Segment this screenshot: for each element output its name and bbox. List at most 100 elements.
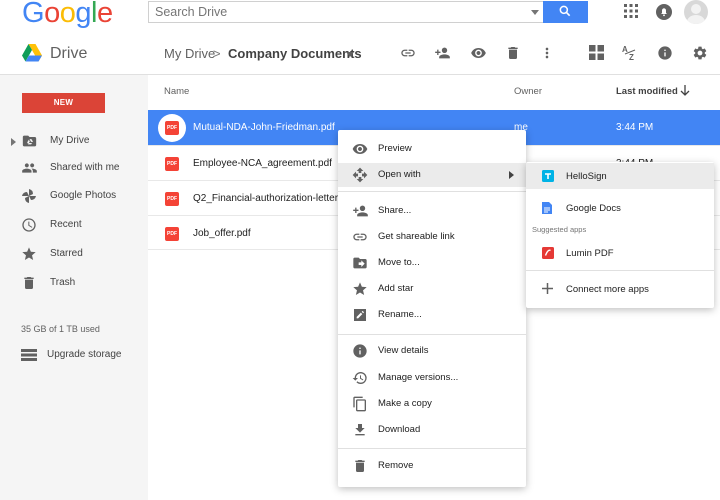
logo-letter-e: e [96, 0, 113, 29]
grid-view-icon[interactable] [589, 45, 604, 60]
people-icon [22, 163, 37, 173]
info-icon [353, 344, 367, 358]
sidebar-item-label: Shared with me [50, 162, 120, 173]
menu-item-move-to[interactable]: Move to... [338, 251, 526, 275]
menu-item-label: Download [378, 424, 421, 435]
context-menu: Preview Open with Share... Get shareable… [338, 130, 526, 487]
pdf-file-icon: PDF [165, 227, 179, 241]
svg-text:Z: Z [629, 53, 634, 62]
share-person-icon[interactable] [434, 45, 451, 61]
sidebar-item-label: Trash [50, 277, 76, 288]
bell-icon[interactable] [655, 3, 673, 21]
pdf-file-icon: PDF [165, 192, 179, 206]
column-header-owner[interactable]: Owner [514, 86, 542, 97]
star-icon [22, 247, 36, 260]
pdf-file-icon: PDF [165, 121, 179, 135]
breadcrumb-separator: > [213, 46, 221, 61]
link-icon[interactable] [400, 45, 416, 61]
menu-item-download[interactable]: Download [338, 418, 526, 442]
pdf-file-icon: PDF [165, 157, 179, 171]
menu-item-add-star[interactable]: Add star [338, 277, 526, 301]
sort-arrow-down-icon[interactable] [680, 85, 690, 97]
pencil-icon [354, 309, 366, 321]
chevron-down-icon[interactable] [346, 52, 354, 57]
file-name: Q2_Financial-authorization-letter.pdf [193, 193, 355, 204]
info-icon[interactable] [657, 45, 673, 61]
download-icon [355, 424, 365, 436]
menu-item-view-details[interactable]: View details [338, 339, 526, 363]
history-icon [352, 372, 367, 384]
drive-title[interactable]: Drive [50, 45, 87, 63]
sidebar-item-shared-with-me[interactable]: Shared with me [0, 156, 148, 182]
menu-item-label: Get shareable link [378, 231, 455, 242]
drive-logo-icon[interactable] [22, 44, 42, 62]
menu-item-remove[interactable]: Remove [338, 454, 526, 478]
person-add-icon [353, 205, 368, 217]
menu-item-label: Rename... [378, 309, 422, 320]
sidebar-item-recent[interactable]: Recent [0, 213, 148, 239]
menu-item-open-with[interactable]: Open with [338, 163, 526, 187]
menu-item-label: Preview [378, 143, 412, 154]
search-button[interactable] [543, 1, 588, 23]
menu-item-label: Remove [378, 460, 414, 471]
submenu-item-lumin-pdf[interactable]: Lumin PDF [526, 240, 714, 266]
submenu-item-label: Connect more apps [566, 284, 649, 295]
menu-item-label: View details [378, 345, 429, 356]
sidebar-item-google-photos[interactable]: Google Photos [0, 184, 148, 210]
submenu-item-google-docs[interactable]: Google Docs [526, 195, 714, 221]
sidebar-item-my-drive[interactable]: My Drive [0, 129, 148, 155]
sidebar-item-trash[interactable]: Trash [0, 271, 148, 297]
menu-divider [338, 334, 526, 335]
column-header-last-modified[interactable]: Last modified [616, 86, 678, 97]
trash-icon [355, 460, 365, 472]
storage-icon [21, 349, 37, 361]
menu-item-get-shareable-link[interactable]: Get shareable link [338, 225, 526, 249]
upgrade-storage-link[interactable]: Upgrade storage [0, 345, 148, 365]
more-vert-icon[interactable] [539, 45, 555, 61]
drive-folder-icon [22, 135, 37, 147]
drive-header-bar: Drive My Drive > Company Documents AZ [0, 34, 720, 75]
submenu-item-connect-more-apps[interactable]: Connect more apps [526, 276, 714, 302]
top-bar: Google [0, 0, 720, 34]
menu-item-share[interactable]: Share... [338, 199, 526, 223]
menu-item-label: Move to... [378, 257, 420, 268]
sort-az-icon[interactable]: AZ [622, 44, 638, 62]
search-icon [559, 5, 571, 17]
settings-icon[interactable] [692, 45, 708, 61]
trash-icon[interactable] [505, 45, 521, 61]
search-input[interactable] [149, 2, 519, 22]
breadcrumb-current-folder[interactable]: Company Documents [228, 46, 362, 61]
submenu-item-hellosign[interactable]: HelloSign [526, 163, 714, 189]
apps-grid-icon[interactable] [624, 4, 638, 18]
file-name: Mutual-NDA-John-Friedman.pdf [193, 122, 335, 133]
open-with-submenu: HelloSign Google Docs Suggested apps Lum… [526, 162, 714, 308]
clock-icon [22, 218, 36, 232]
google-docs-icon [542, 202, 552, 214]
menu-item-make-a-copy[interactable]: Make a copy [338, 392, 526, 416]
menu-item-label: Add star [378, 283, 414, 294]
preview-eye-icon[interactable] [470, 45, 487, 61]
submenu-item-label: Google Docs [566, 203, 621, 214]
menu-divider [338, 448, 526, 449]
google-logo[interactable]: Google [22, 0, 113, 32]
menu-item-rename[interactable]: Rename... [338, 303, 526, 327]
avatar[interactable] [684, 0, 708, 24]
search-options-caret-icon[interactable] [531, 10, 539, 15]
sidebar-item-label: Recent [50, 219, 82, 230]
new-button[interactable]: NEW [22, 93, 105, 113]
upgrade-storage-label: Upgrade storage [47, 349, 122, 360]
menu-item-preview[interactable]: Preview [338, 137, 526, 161]
sidebar-item-label: Google Photos [50, 190, 117, 201]
suggested-apps-heading: Suggested apps [532, 225, 587, 234]
menu-item-manage-versions[interactable]: Manage versions... [338, 366, 526, 390]
expand-arrow-icon[interactable] [11, 138, 16, 146]
breadcrumb-my-drive[interactable]: My Drive [164, 46, 215, 61]
menu-item-label: Open with [378, 169, 421, 180]
column-header-name[interactable]: Name [164, 86, 189, 97]
logo-letter-o2: o [59, 0, 76, 29]
sidebar: NEW My Drive Shared with me Google Photo… [0, 75, 148, 500]
file-name: Job_offer.pdf [193, 228, 251, 239]
sidebar-item-starred[interactable]: Starred [0, 242, 148, 268]
menu-divider [526, 270, 714, 271]
menu-item-label: Make a copy [378, 398, 432, 409]
